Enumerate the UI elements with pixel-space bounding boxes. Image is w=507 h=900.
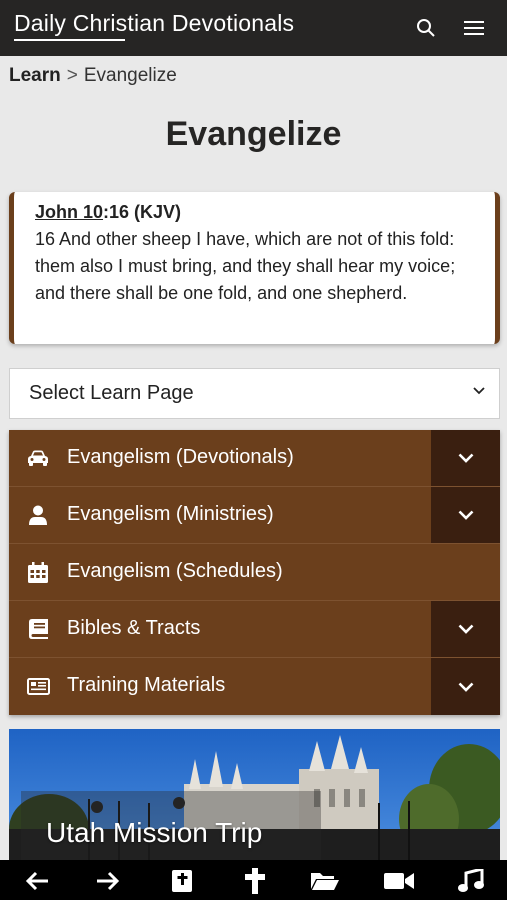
bible-icon xyxy=(172,870,192,892)
top-app-bar: Daily Christian Devotionals xyxy=(0,0,507,56)
music-button[interactable] xyxy=(456,868,486,894)
expand-toggle-devotionals[interactable] xyxy=(431,430,500,486)
folder-button[interactable] xyxy=(310,868,340,894)
forward-button[interactable] xyxy=(93,868,123,894)
verse-ref-rest: :16 (KJV) xyxy=(103,202,182,222)
menu-item-bibles-tracts[interactable]: Bibles & Tracts xyxy=(9,601,500,658)
breadcrumb: Learn > Evangelize xyxy=(9,65,177,87)
book-icon xyxy=(26,618,50,640)
breadcrumb-learn-link[interactable]: Learn xyxy=(9,65,61,86)
person-icon xyxy=(26,504,50,526)
video-button[interactable] xyxy=(384,868,414,894)
back-button[interactable] xyxy=(22,868,52,894)
learn-menu: Evangelism (Devotionals) Evangelism (Min… xyxy=(9,430,500,715)
menu-item-label: Evangelism (Schedules) xyxy=(67,560,283,582)
cross-button[interactable] xyxy=(240,868,270,894)
verse-book-link[interactable]: John 10 xyxy=(35,202,103,222)
folder-icon xyxy=(311,873,339,890)
title-underline xyxy=(14,39,125,41)
breadcrumb-current: Evangelize xyxy=(83,65,177,86)
chevron-down-icon xyxy=(458,510,473,520)
car-icon xyxy=(26,447,50,469)
chevron-down-icon xyxy=(458,453,473,463)
hamburger-menu-icon xyxy=(464,21,484,35)
newspaper-icon xyxy=(26,675,50,697)
select-value: Select Learn Page xyxy=(29,382,194,404)
feature-caption: Utah Mission Trip xyxy=(46,817,263,848)
menu-item-label: Bibles & Tracts xyxy=(67,617,201,639)
verse-card: John 10:16 (KJV) 16 And other sheep I ha… xyxy=(9,192,500,344)
expand-toggle-bibles[interactable] xyxy=(431,601,500,657)
arrow-right-icon xyxy=(97,871,120,891)
menu-item-evangelism-devotionals[interactable]: Evangelism (Devotionals) xyxy=(9,430,500,487)
verse-reference: John 10:16 (KJV) xyxy=(35,202,475,223)
search-icon xyxy=(417,19,435,37)
menu-item-training-materials[interactable]: Training Materials xyxy=(9,658,500,715)
menu-item-label: Evangelism (Devotionals) xyxy=(67,446,294,468)
feature-card-utah-mission-trip[interactable]: Utah Mission Trip xyxy=(9,729,500,860)
menu-item-evangelism-ministries[interactable]: Evangelism (Ministries) xyxy=(9,487,500,544)
cross-icon xyxy=(245,868,265,894)
calendar-icon xyxy=(26,561,50,583)
breadcrumb-separator: > xyxy=(66,65,78,86)
learn-page-select[interactable]: Select Learn Page xyxy=(9,368,500,419)
verse-text: 16 And other sheep I have, which are not… xyxy=(35,229,456,303)
chevron-down-icon xyxy=(458,624,473,634)
video-icon xyxy=(384,873,414,889)
site-title[interactable]: Daily Christian Devotionals xyxy=(14,10,294,37)
menu-item-label: Training Materials xyxy=(67,674,226,696)
menu-item-evangelism-schedules[interactable]: Evangelism (Schedules) xyxy=(9,544,500,601)
chevron-down-icon xyxy=(473,387,485,395)
search-button[interactable] xyxy=(412,14,440,42)
arrow-left-icon xyxy=(25,871,48,891)
menu-item-label: Evangelism (Ministries) xyxy=(67,503,274,525)
chevron-down-icon xyxy=(458,682,473,692)
menu-button[interactable] xyxy=(460,14,488,42)
bible-button[interactable] xyxy=(167,868,197,894)
bottom-navigation-bar xyxy=(0,860,507,900)
music-icon xyxy=(458,869,484,892)
expand-toggle-training[interactable] xyxy=(431,658,500,715)
page-title: Evangelize xyxy=(165,115,342,153)
expand-toggle-ministries[interactable] xyxy=(431,487,500,543)
